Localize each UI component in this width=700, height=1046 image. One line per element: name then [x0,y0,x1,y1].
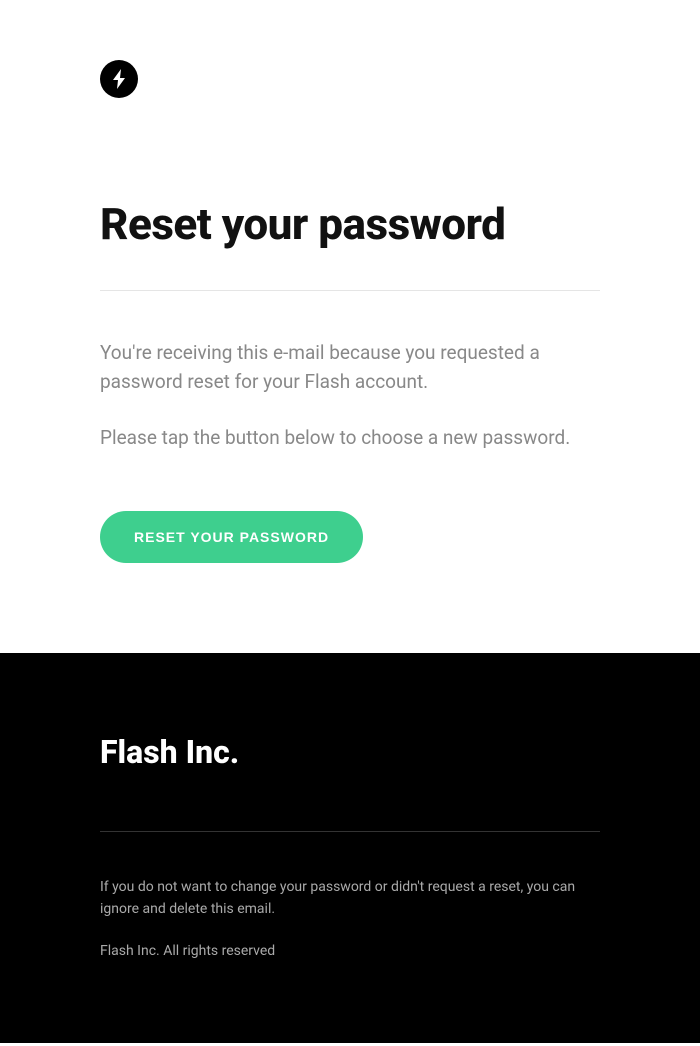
divider [100,290,600,291]
company-name: Flash Inc. [100,733,600,771]
page-title: Reset your password [100,198,600,250]
footer-divider [100,831,600,832]
footer: Flash Inc. If you do not want to change … [0,653,700,1043]
copyright-text: Flash Inc. All rights reserved [100,940,600,962]
disclaimer-text: If you do not want to change your passwo… [100,876,600,921]
reset-password-button[interactable]: RESET YOUR PASSWORD [100,511,363,563]
instruction-paragraph: Please tap the button below to choose a … [100,424,600,453]
flash-logo-icon [100,60,138,98]
intro-paragraph: You're receiving this e-mail because you… [100,339,600,396]
main-content: Reset your password You're receiving thi… [0,0,700,653]
